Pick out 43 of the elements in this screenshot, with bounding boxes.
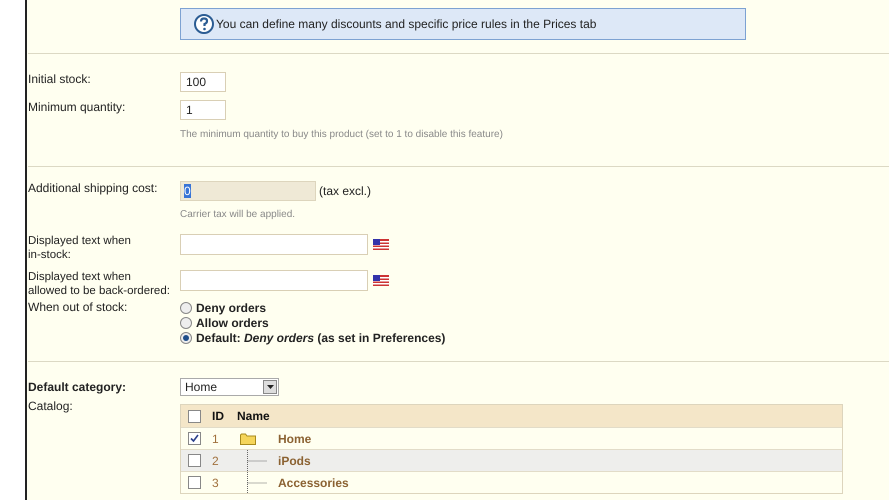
tree-line xyxy=(247,472,267,494)
radio-button[interactable] xyxy=(180,316,192,328)
field-label: Additional shipping cost: xyxy=(28,181,158,197)
category-select[interactable]: Home xyxy=(180,378,279,396)
checkbox[interactable] xyxy=(188,454,201,467)
field-label: Displayed text when allowed to be back-ordered: xyxy=(28,270,171,298)
field-label: Catalog: xyxy=(28,399,74,415)
id-cell-text: 2 xyxy=(212,452,220,470)
text-field[interactable] xyxy=(180,270,368,291)
checkbox[interactable] xyxy=(188,432,201,445)
category-link[interactable]: Home xyxy=(278,430,312,448)
number-field[interactable]: 1 xyxy=(180,100,226,120)
caret-icon xyxy=(263,380,277,394)
hint-text: Carrier tax will be applied. xyxy=(180,208,296,222)
category-link[interactable]: Accessories xyxy=(278,474,349,492)
flag-icon[interactable] xyxy=(373,275,389,286)
checkbox[interactable] xyxy=(188,410,201,422)
field-label: Initial stock: xyxy=(28,72,92,88)
radio-label: Default: Deny orders (as set in Preferences) xyxy=(196,330,446,346)
folder-icon xyxy=(240,432,256,444)
category-link[interactable]: iPods xyxy=(278,452,311,470)
id-cell-text: 1 xyxy=(212,430,220,448)
tax-note: (tax excl.) xyxy=(319,183,372,200)
column-header: ID xyxy=(212,408,225,425)
radio-label: Deny orders xyxy=(196,300,266,316)
field-label: Minimum quantity: xyxy=(28,100,126,116)
flag-icon[interactable] xyxy=(373,239,389,250)
text-field[interactable] xyxy=(180,234,368,255)
field-label: Displayed text when in-stock: xyxy=(28,234,132,262)
shipping-cost-field[interactable]: 0 xyxy=(180,181,316,201)
number-field[interactable]: 100 xyxy=(180,72,226,92)
radio-button[interactable] xyxy=(180,332,192,344)
id-cell-text: 3 xyxy=(212,474,220,492)
radio-label: Allow orders xyxy=(196,314,269,332)
column-header: Name xyxy=(237,408,270,425)
radio-button[interactable] xyxy=(180,302,192,314)
field-label: When out of stock: xyxy=(28,300,128,316)
hint-text: The minimum quantity to buy this product (set to 1 to disable this feature) xyxy=(180,128,503,142)
checkbox[interactable] xyxy=(188,476,201,489)
tree-line xyxy=(247,450,267,472)
info-text: You can define many discounts and specific price rules in the Prices tab xyxy=(216,16,596,33)
field-label: Default category: xyxy=(28,380,128,394)
help-icon xyxy=(194,14,214,34)
